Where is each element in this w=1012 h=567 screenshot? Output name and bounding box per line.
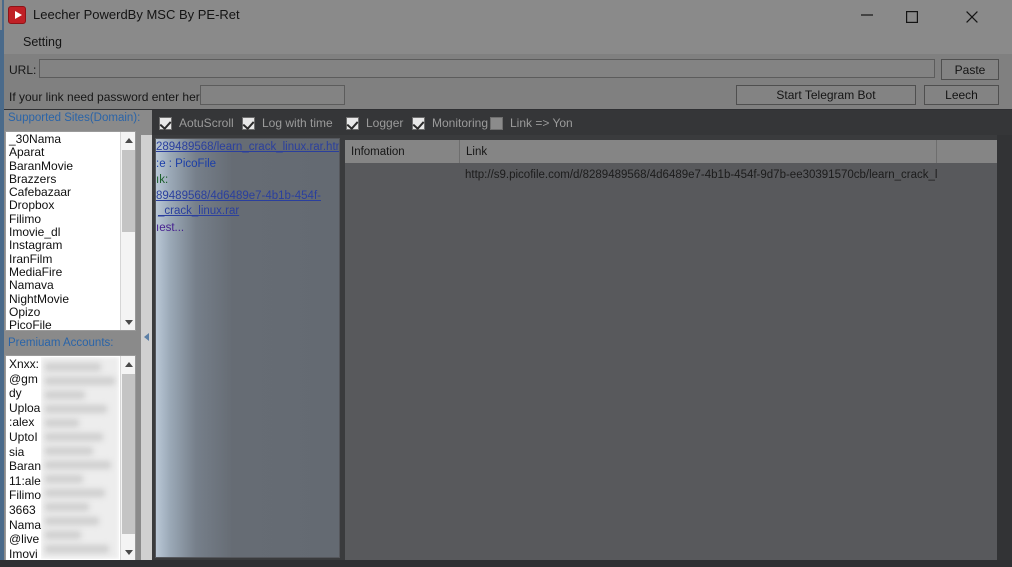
log-panel[interactable]: 289489568/learn_crack_linux.rar.html :e :…	[155, 138, 340, 558]
checkbox-log-with-time[interactable]: Log with time	[242, 115, 333, 131]
supported-site-item[interactable]: Dropbox	[6, 199, 120, 213]
supported-sites-list[interactable]: _30Nama Aparat BaranMovie Brazzers Cafebazaa…	[5, 131, 136, 331]
cell-link: http://s9.picofile.com/d/8289489568/4d64…	[465, 168, 937, 181]
checkbox-link-yon[interactable]: Link => Yon	[490, 115, 573, 131]
checkbox-label: Log with time	[262, 116, 333, 130]
menu-bar: Setting	[4, 30, 1012, 54]
scroll-down-icon[interactable]	[121, 544, 135, 560]
bottom-edge-strip	[0, 560, 1012, 567]
column-header-extra[interactable]	[937, 140, 997, 163]
window-left-edge	[0, 0, 4, 567]
title-left-edge	[0, 0, 2, 30]
checkbox-label: Logger	[366, 116, 404, 130]
url-input[interactable]	[39, 59, 935, 78]
scroll-up-icon[interactable]	[121, 356, 135, 372]
supported-site-item[interactable]: Cafebazaar	[6, 185, 120, 199]
column-header-link[interactable]: Link	[460, 140, 937, 163]
premium-accounts-scrollbar[interactable]	[120, 356, 135, 560]
supported-site-item[interactable]: Aparat	[6, 145, 120, 159]
scroll-up-icon[interactable]	[121, 132, 135, 148]
scrollbar-thumb[interactable]	[122, 374, 135, 534]
password-label: If your link need password enter here:	[9, 90, 210, 104]
supported-site-item[interactable]: NightMovie	[6, 292, 120, 306]
supported-site-item[interactable]: PicoFile	[6, 318, 120, 330]
log-line: :e : PicoFile	[156, 158, 217, 170]
checkbox-logger[interactable]: Logger	[346, 115, 403, 131]
menu-item-setting[interactable]: Setting	[18, 34, 67, 50]
supported-site-item[interactable]: Brazzers	[6, 172, 120, 186]
supported-site-item[interactable]: BaranMovie	[6, 159, 120, 173]
supported-site-item[interactable]: Opizo	[6, 305, 120, 319]
app-logo-icon	[8, 6, 26, 24]
panel-splitter[interactable]	[141, 135, 152, 567]
checkbox-box[interactable]	[159, 116, 172, 130]
log-line[interactable]: 289489568/learn_crack_linux.rar.html	[156, 141, 339, 153]
checkbox-box[interactable]	[490, 116, 503, 130]
checkbox-box[interactable]	[242, 116, 255, 130]
links-table: Infomation Link http://s9.picofile.com/d…	[345, 140, 997, 565]
collapse-arrow-icon[interactable]	[144, 333, 149, 341]
options-bar-left-edge	[146, 110, 152, 135]
start-telegram-bot-button[interactable]: Start Telegram Bot	[736, 85, 916, 105]
url-label: URL:	[9, 63, 37, 77]
redacted-overlay	[41, 357, 119, 559]
checkbox-label: Monitoring	[432, 116, 489, 130]
paste-button[interactable]: Paste	[941, 59, 999, 80]
log-line[interactable]: _crack_linux.rar	[158, 205, 239, 217]
window-title: Leecher PowerdBy MSC By PE-Ret	[33, 7, 240, 22]
checkbox-aotuscroll[interactable]: AotuScroll	[159, 115, 234, 131]
title-bar: Leecher PowerdBy MSC By PE-Ret	[0, 0, 1012, 30]
close-button[interactable]	[950, 0, 996, 30]
supported-site-item[interactable]: Imovie_dl	[6, 225, 120, 239]
supported-site-item[interactable]: Namava	[6, 278, 120, 292]
checkbox-monitoring[interactable]: Monitoring	[412, 115, 488, 131]
scrollbar-thumb[interactable]	[122, 150, 135, 232]
log-line: ıest...	[156, 222, 185, 234]
checkbox-label: Link => Yon	[510, 116, 573, 130]
supported-site-item[interactable]: MediaFire	[6, 265, 120, 279]
checkbox-box[interactable]	[412, 116, 425, 130]
supported-site-item[interactable]: Filimo	[6, 212, 120, 226]
column-header-information[interactable]: Infomation	[345, 140, 460, 163]
log-line: ık:	[156, 174, 169, 186]
premium-accounts-label: Premiuam Accounts:	[8, 337, 114, 349]
checkbox-box[interactable]	[346, 116, 359, 130]
log-line[interactable]: 89489568/4d6489e7-4b1b-454f-	[156, 190, 321, 202]
supported-site-item[interactable]: _30Nama	[6, 132, 120, 146]
table-row[interactable]: http://s9.picofile.com/d/8289489568/4d64…	[345, 163, 997, 186]
leech-button[interactable]: Leech	[924, 85, 999, 105]
application-window: Leecher PowerdBy MSC By PE-Ret Setting U…	[0, 0, 1012, 567]
scroll-down-icon[interactable]	[121, 314, 135, 330]
supported-site-item[interactable]: Instagram	[6, 239, 120, 253]
minimize-button[interactable]	[844, 0, 890, 30]
table-header-row: Infomation Link	[345, 140, 997, 163]
checkbox-label: AotuScroll	[179, 116, 234, 130]
supported-sites-label: Supported Sites(Domain):	[8, 112, 141, 124]
right-edge-strip	[997, 135, 1012, 567]
password-input[interactable]	[200, 85, 345, 105]
supported-site-item[interactable]: IranFilm	[6, 252, 120, 266]
maximize-button[interactable]	[890, 0, 936, 30]
premium-accounts-list[interactable]: Xnxx: @gm dy Uploa:alex UptoI sia Baran 11:ale F…	[5, 355, 136, 561]
supported-sites-scrollbar[interactable]	[120, 132, 135, 330]
